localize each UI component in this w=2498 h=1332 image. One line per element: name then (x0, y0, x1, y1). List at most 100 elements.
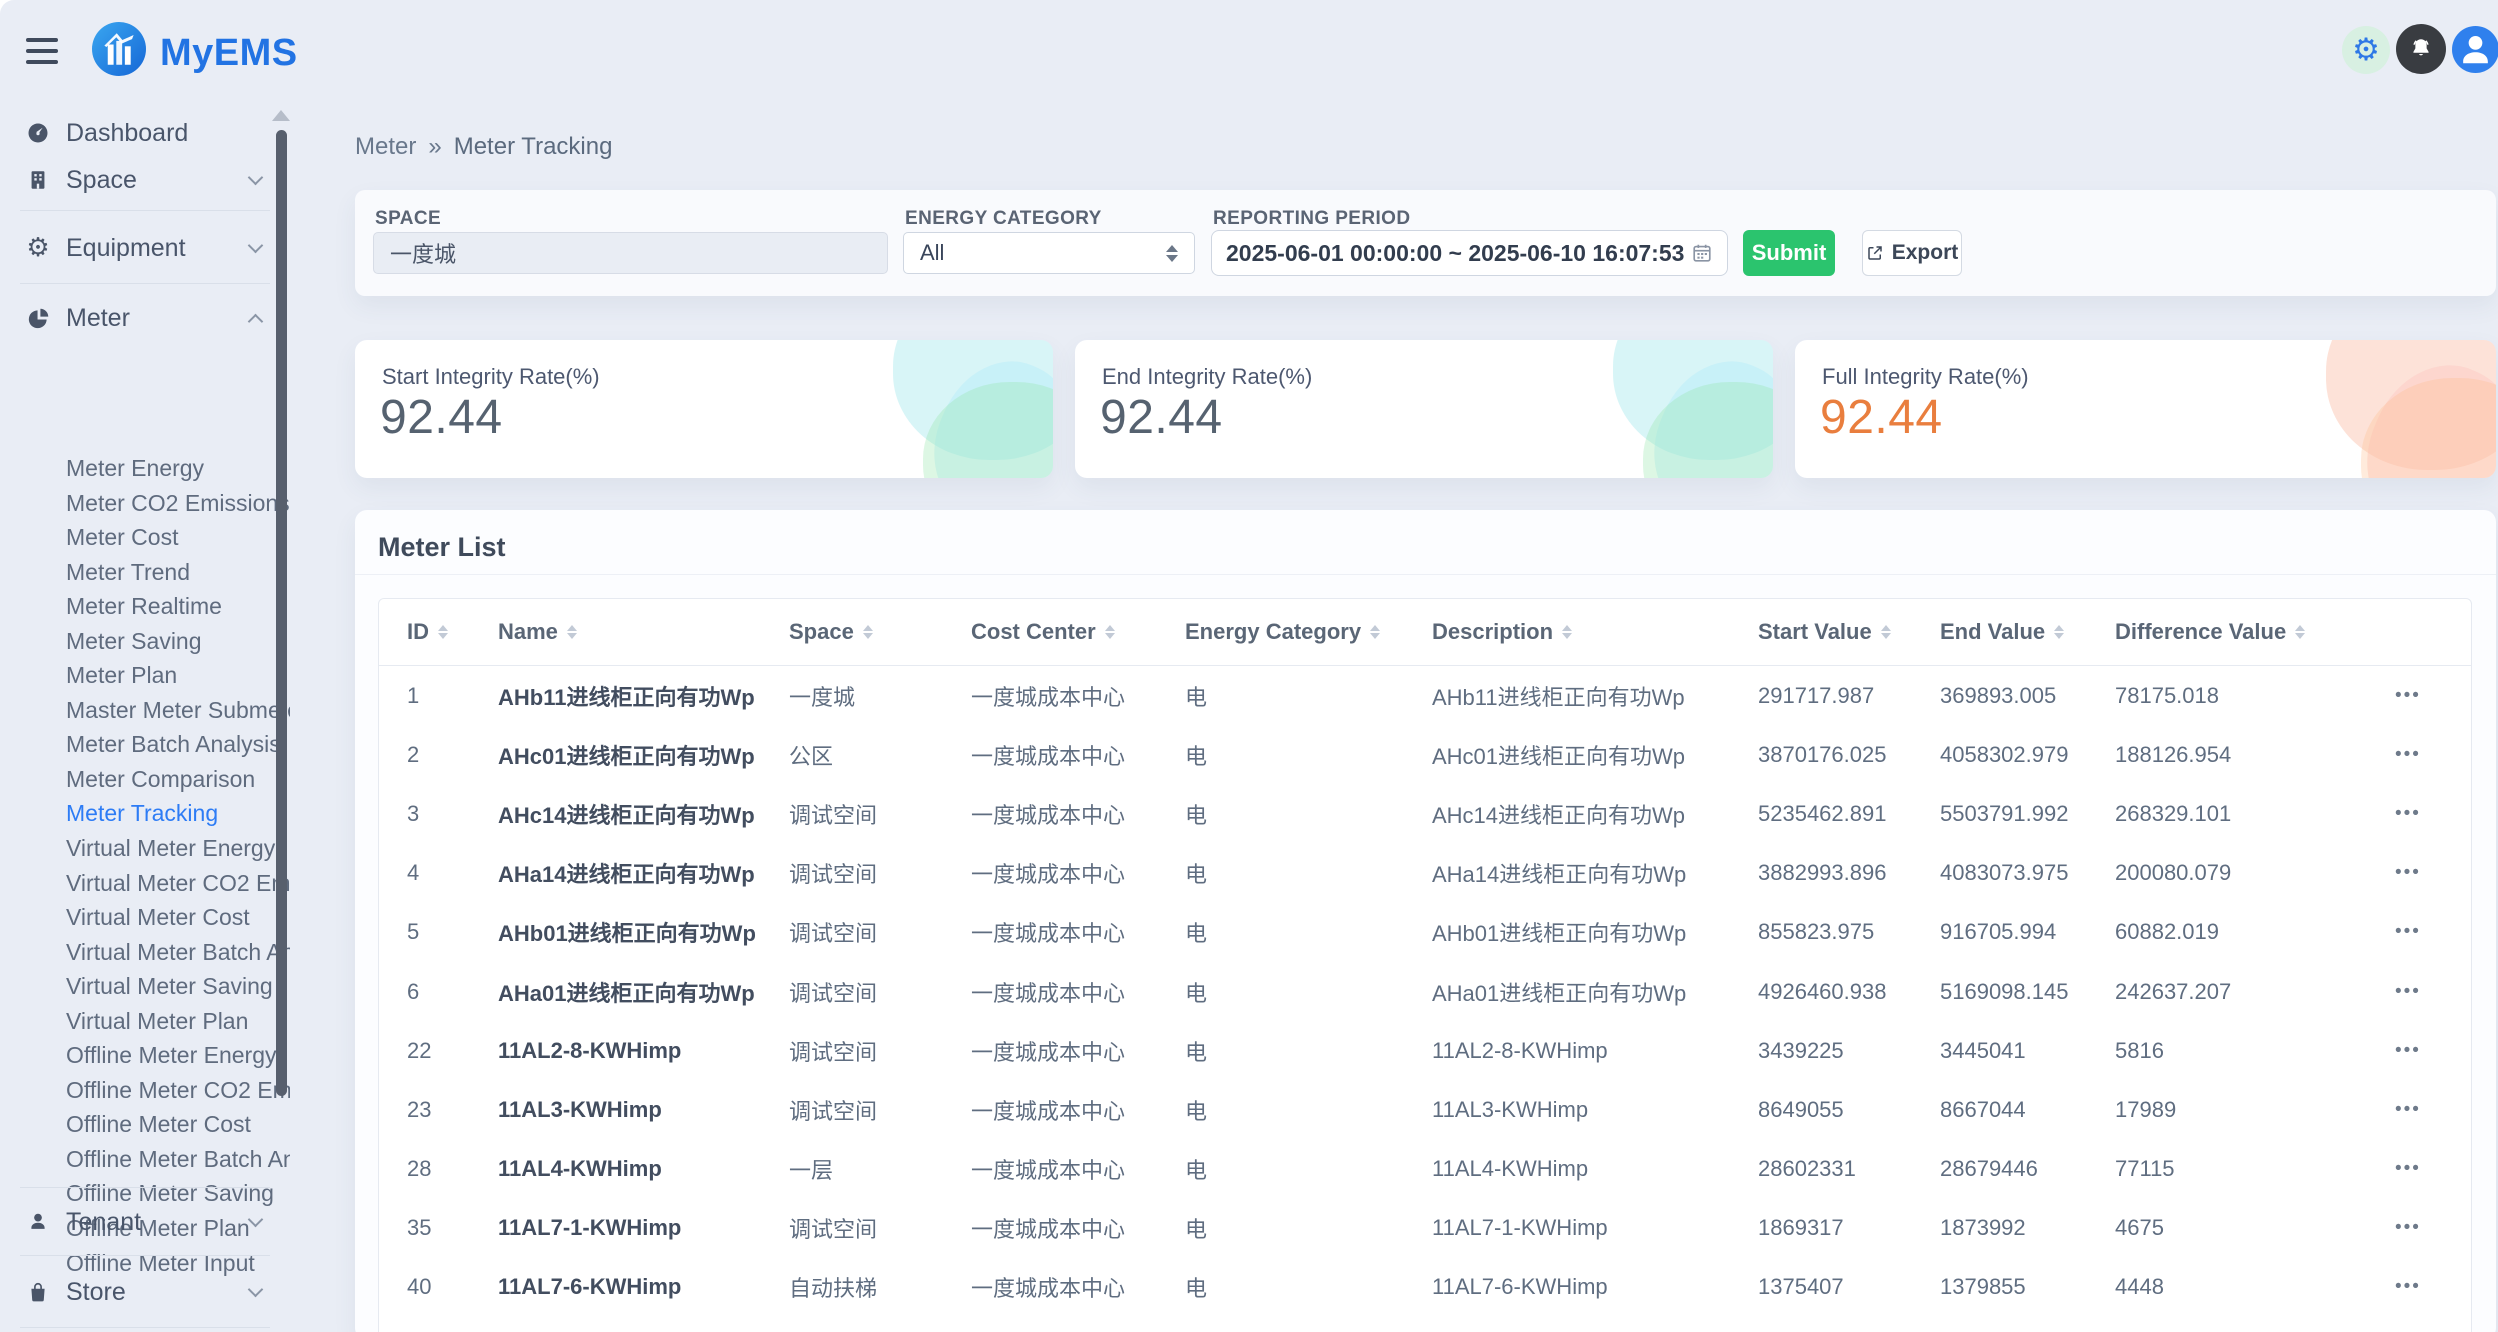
stat-label: Full Integrity Rate(%) (1822, 364, 2029, 390)
column-header-name[interactable]: Name (498, 619, 577, 645)
energy-category-select[interactable]: All (903, 232, 1195, 274)
row-actions-button[interactable]: ••• (2395, 803, 2421, 825)
sidebar-item-meter-batch-analysis[interactable]: Meter Batch Analysis (0, 727, 290, 762)
row-actions-button[interactable]: ••• (2395, 744, 2421, 766)
cell-name: 11AL3-KWHimp (498, 1097, 662, 1123)
column-header-energy-category[interactable]: Energy Category (1185, 619, 1380, 645)
sort-icon (1370, 625, 1380, 639)
sidebar-item-meter-saving[interactable]: Meter Saving (0, 624, 290, 659)
sidebar-item-meter-trend[interactable]: Meter Trend (0, 555, 290, 590)
sidebar-item-offline-meter-cost[interactable]: Offline Meter Cost (0, 1107, 290, 1142)
cell-cost-center: 一度城成本中心 (971, 1094, 1125, 1126)
sidebar-item-meter-cost[interactable]: Meter Cost (0, 520, 290, 555)
sidebar-item-virtual-meter-plan[interactable]: Virtual Meter Plan (0, 1004, 290, 1039)
sidebar-item-meter[interactable]: Meter (0, 295, 290, 341)
settings-gear-icon[interactable]: ⚙ (2342, 26, 2390, 74)
column-header-cost-center[interactable]: Cost Center (971, 619, 1115, 645)
table-row: 3511AL7-1-KWHimp调试空间一度城成本中心电11AL7-1-KWHi… (379, 1199, 2471, 1258)
cell-difference-value: 268329.101 (2115, 801, 2231, 827)
sidebar-item-meter-comparison[interactable]: Meter Comparison (0, 762, 290, 797)
cell-difference-value: 200080.079 (2115, 860, 2231, 886)
cell-id: 22 (407, 1038, 431, 1064)
cell-space: 调试空间 (789, 798, 877, 830)
sidebar-item-virtual-meter-saving[interactable]: Virtual Meter Saving (0, 969, 290, 1004)
column-header-start-value[interactable]: Start Value (1758, 619, 1891, 645)
cell-description: AHb11进线柜正向有功Wp (1432, 680, 1685, 712)
sidebar-item-offline-meter-energy[interactable]: Offline Meter Energy (0, 1038, 290, 1073)
sidebar-item-virtual-meter-co2-emissions[interactable]: Virtual Meter CO2 Emissions (0, 866, 290, 901)
sidebar-item-virtual-meter-cost[interactable]: Virtual Meter Cost (0, 900, 290, 935)
cell-cost-center: 一度城成本中心 (971, 798, 1125, 830)
cell-description: 11AL7-1-KWHimp (1432, 1215, 1608, 1241)
sidebar-item-meter-co2-emissions[interactable]: Meter CO2 Emissions (0, 486, 290, 521)
chevron-up-icon (248, 314, 264, 330)
row-actions-button[interactable]: ••• (2395, 1276, 2421, 1298)
sidebar-item-tenant[interactable]: Tenant (0, 1199, 290, 1245)
cell-start-value: 291717.987 (1758, 683, 1874, 709)
table-row: 2311AL3-KWHimp调试空间一度城成本中心电11AL3-KWHimp86… (379, 1080, 2471, 1139)
row-actions-button[interactable]: ••• (2395, 862, 2421, 884)
sidebar-item-virtual-meter-energy[interactable]: Virtual Meter Energy (0, 831, 290, 866)
column-header-id[interactable]: ID (407, 619, 448, 645)
meter-table: ID Name Space Cost Center Energy Categor… (378, 598, 2472, 1332)
stat-value: 92.44 (1820, 390, 1943, 445)
cell-energy-category: 电 (1185, 976, 1207, 1008)
row-actions-button[interactable]: ••• (2395, 685, 2421, 707)
row-actions-button[interactable]: ••• (2395, 1040, 2421, 1062)
column-header-end-value[interactable]: End Value (1940, 619, 2064, 645)
sidebar-item-store[interactable]: Store (0, 1269, 290, 1315)
cell-description: 11AL3-KWHimp (1432, 1097, 1588, 1123)
breadcrumb-parent[interactable]: Meter (355, 133, 416, 161)
row-actions-button[interactable]: ••• (2395, 1217, 2421, 1239)
sidebar-item-offline-meter-co2-emissions[interactable]: Offline Meter CO2 Emissions (0, 1073, 290, 1108)
select-arrows-icon (1166, 245, 1178, 262)
cell-cost-center: 一度城成本中心 (971, 739, 1125, 771)
sidebar-scroll-up-arrow[interactable] (272, 110, 290, 121)
cell-description: AHa01进线柜正向有功Wp (1432, 976, 1686, 1008)
sidebar-scrollbar[interactable] (276, 130, 287, 1096)
sidebar-item-dashboard[interactable]: Dashboard (0, 110, 290, 156)
sidebar-item-meter-tracking[interactable]: Meter Tracking (0, 796, 290, 831)
column-header-difference-value[interactable]: Difference Value (2115, 619, 2305, 645)
notifications-bell-icon[interactable] (2396, 24, 2446, 74)
sidebar-item-meter-energy[interactable]: Meter Energy (0, 451, 290, 486)
export-button[interactable]: Export (1862, 230, 1962, 276)
sidebar-item-meter-realtime[interactable]: Meter Realtime (0, 589, 290, 624)
top-bar: MyEMS ⚙ (0, 0, 2498, 110)
submit-button[interactable]: Submit (1743, 230, 1835, 276)
row-actions-button[interactable]: ••• (2395, 1158, 2421, 1180)
cell-end-value: 916705.994 (1940, 919, 2056, 945)
cell-space: 一层 (789, 1153, 833, 1185)
hamburger-menu-icon[interactable] (26, 38, 60, 66)
column-header-space[interactable]: Space (789, 619, 873, 645)
app-window: MyEMS ⚙ Dashboard Space ⚙ Equipment (0, 0, 2498, 1332)
cell-description: AHb01进线柜正向有功Wp (1432, 916, 1686, 948)
sidebar-item-meter-plan[interactable]: Meter Plan (0, 658, 290, 693)
column-header-description[interactable]: Description (1432, 619, 1572, 645)
cell-space: 调试空间 (789, 976, 877, 1008)
cell-cost-center: 一度城成本中心 (971, 857, 1125, 889)
row-actions-button[interactable]: ••• (2395, 1099, 2421, 1121)
table-row: 4AHa14进线柜正向有功Wp调试空间一度城成本中心电AHa14进线柜正向有功W… (379, 844, 2471, 903)
user-avatar[interactable] (2452, 26, 2498, 73)
row-actions-button[interactable]: ••• (2395, 981, 2421, 1003)
sidebar-item-equipment[interactable]: ⚙ Equipment (0, 225, 290, 271)
full-integrity-card: Full Integrity Rate(%) 92.44 (1795, 340, 2496, 478)
reporting-period-input[interactable]: 2025-06-01 00:00:00 ~ 2025-06-10 16:07:5… (1211, 230, 1728, 276)
panel-divider (355, 574, 2496, 575)
cell-end-value: 369893.005 (1940, 683, 2056, 709)
breadcrumb: Meter » Meter Tracking (355, 133, 612, 161)
chevron-down-icon (248, 1212, 264, 1228)
sidebar-item-space[interactable]: Space (0, 157, 290, 203)
sidebar-item-master-meter-submeters-balance[interactable]: Master Meter Submeters Balance (0, 693, 290, 728)
row-actions-button[interactable]: ••• (2395, 921, 2421, 943)
space-input[interactable] (373, 232, 888, 274)
sidebar-item-virtual-meter-batch-analysis[interactable]: Virtual Meter Batch Analysis (0, 935, 290, 970)
cell-name: AHb01进线柜正向有功Wp (498, 916, 756, 948)
cell-id: 28 (407, 1156, 431, 1182)
sidebar-item-offline-meter-batch-analysis[interactable]: Offline Meter Batch Analysis (0, 1142, 290, 1177)
myems-logo[interactable] (92, 22, 146, 76)
sort-icon (1562, 625, 1572, 639)
sidebar-nav: Dashboard Space ⚙ Equipment Meter Meter … (0, 110, 290, 1332)
chevron-down-icon (248, 1282, 264, 1298)
